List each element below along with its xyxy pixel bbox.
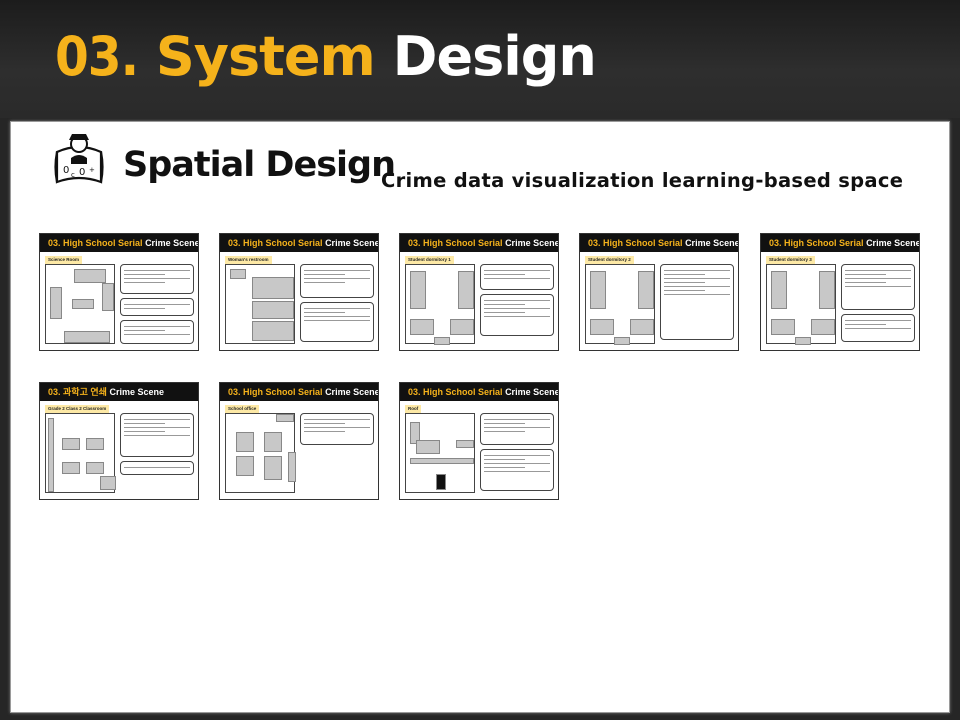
floor-plan: [405, 413, 475, 493]
thumbnail-title: High School Serial: [423, 387, 503, 397]
floor-plan: [405, 264, 475, 345]
thumbnail-header: 03. High School Serial Crime Scene: [580, 234, 738, 252]
title-number: 03.: [55, 25, 139, 88]
room-label: Grade 2 Class 2 Classroom: [45, 405, 110, 413]
thumbnail-title: High School Serial: [423, 238, 503, 248]
thumbnail-suffix: Crime Scene: [145, 238, 199, 248]
slide-thumbnail-school-office[interactable]: 03. High School Serial Crime Scene Schoo…: [219, 382, 379, 500]
room-label: Roof: [405, 405, 422, 413]
svg-text:+: +: [89, 166, 95, 174]
slide-thumbnail-womans-restroom[interactable]: 03. High School Serial Crime Scene Woman…: [219, 233, 379, 351]
thumbnail-suffix: Crime Scene: [325, 238, 379, 248]
content-panel: 0 c 0 + Spatial Design Crime data visual…: [10, 121, 950, 713]
thumbnail-header: 03. High School Serial Crime Scene: [40, 234, 198, 252]
thumbnail-suffix: Crime Scene: [685, 238, 739, 248]
slide-header: 03. System Design: [0, 0, 960, 118]
thumbnail-suffix: Crime Scene: [505, 238, 559, 248]
thumbnail-suffix: Crime Scene: [109, 387, 164, 397]
thumbnail-header: 03. High School Serial Crime Scene: [220, 234, 378, 252]
thumbnail-suffix: Crime Scene: [505, 387, 559, 397]
thumbnail-suffix: Crime Scene: [866, 238, 920, 248]
title-word-design: Design: [392, 25, 597, 88]
room-label: School office: [225, 405, 260, 413]
section-caption: Crime data visualization learning-based …: [381, 169, 904, 192]
slide-thumbnail-student-dormitory-1[interactable]: 03. High School Serial Crime Scene Stude…: [399, 233, 559, 351]
thumbnail-title: High School Serial: [63, 238, 143, 248]
slide-thumbnail-student-dormitory-3[interactable]: 03. High School Serial Crime Scene Stude…: [760, 233, 920, 351]
floor-plan: [585, 264, 655, 345]
floor-plan: [45, 413, 116, 493]
svg-text:c: c: [71, 171, 75, 179]
floor-plan: [45, 264, 115, 344]
room-label: Student dormitory 1: [405, 256, 454, 264]
thumbnail-header: 03. High School Serial Crime Scene: [400, 234, 558, 252]
svg-text:0: 0: [63, 165, 69, 176]
slide-thumbnail-science-room[interactable]: 03. High School Serial Crime Scene Scien…: [39, 233, 199, 351]
thumbnail-title: High School Serial: [243, 238, 323, 248]
detective-icon: 0 c 0 +: [54, 134, 104, 184]
thumbnail-title: High School Serial: [603, 238, 683, 248]
thumbnail-suffix: Crime Scene: [325, 387, 379, 397]
floor-plan: [225, 413, 296, 493]
slide-thumbnail-student-dormitory-2[interactable]: 03. High School Serial Crime Scene Stude…: [579, 233, 739, 351]
thumbnail-header: 03. High School Serial Crime Scene: [220, 383, 378, 401]
thumbnail-header: 03. 과학고 연쇄 Crime Scene: [40, 383, 198, 401]
thumbnail-header: 03. High School Serial Crime Scene: [761, 234, 919, 252]
slide-thumbnail-classroom[interactable]: 03. 과학고 연쇄 Crime Scene Grade 2 Class 2 C…: [39, 382, 199, 500]
room-label: Woman's restroom: [225, 256, 272, 264]
room-label: Student dormitory 2: [585, 256, 634, 264]
section-title: Spatial Design: [123, 145, 396, 185]
slide-title: 03. System Design: [55, 30, 597, 84]
floor-plan: [766, 264, 836, 345]
thumbnail-title: 과학고 연쇄: [63, 387, 107, 397]
room-label: Student dormitory 3: [766, 256, 815, 264]
thumbnail-title: High School Serial: [784, 238, 864, 248]
room-label: Science Room: [45, 256, 83, 264]
thumbnail-title: High School Serial: [243, 387, 323, 397]
title-word-system: System: [155, 25, 376, 88]
slide-thumbnail-roof[interactable]: 03. High School Serial Crime Scene Roof: [399, 382, 559, 500]
svg-text:0: 0: [79, 167, 85, 178]
floor-plan: [225, 264, 295, 344]
thumbnail-header: 03. High School Serial Crime Scene: [400, 383, 558, 401]
